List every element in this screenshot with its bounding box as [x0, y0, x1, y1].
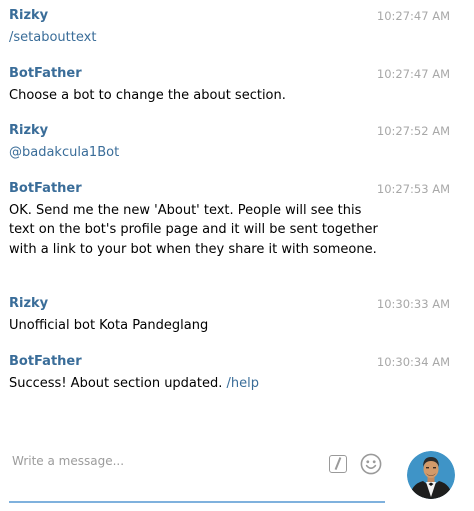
- message: BotFather 10:27:53 AM OK. Send me the ne…: [9, 179, 454, 259]
- message-text[interactable]: /setabouttext: [9, 28, 379, 47]
- message-sender[interactable]: BotFather: [9, 66, 82, 81]
- message-text: Unofficial bot Kota Pandeglang: [9, 318, 209, 333]
- message: Rizky 10:27:47 AM /setabouttext: [9, 6, 454, 47]
- message-sender[interactable]: BotFather: [9, 354, 82, 369]
- message-input[interactable]: Write a message...: [12, 454, 124, 468]
- help-command-link[interactable]: /help: [227, 376, 259, 391]
- message-time: 10:27:53 AM: [376, 182, 450, 196]
- message: BotFather 10:27:47 AM Choose a bot to ch…: [9, 64, 454, 105]
- message-time: 10:27:52 AM: [376, 124, 450, 138]
- message-text: Choose a bot to change the about section…: [9, 88, 286, 103]
- message-sender[interactable]: BotFather: [9, 181, 82, 196]
- message-time: 10:27:47 AM: [376, 67, 450, 81]
- message: Rizky 10:27:52 AM @badakcula1Bot: [9, 121, 454, 162]
- message-composer: Write a message...: [0, 440, 474, 511]
- message-text[interactable]: @badakcula1Bot: [9, 143, 379, 162]
- message-time: 10:27:47 AM: [376, 9, 450, 23]
- message-time: 10:30:34 AM: [376, 355, 450, 369]
- message-text: OK. Send me the new 'About' text. People…: [9, 203, 378, 257]
- message-sender[interactable]: Rizky: [9, 296, 48, 311]
- input-underline: [9, 501, 385, 503]
- message-sender[interactable]: Rizky: [9, 8, 48, 23]
- message-text-body: Success! About section updated.: [9, 376, 227, 391]
- message-text: Success! About section updated. /help: [9, 374, 379, 393]
- message-sender[interactable]: Rizky: [9, 123, 48, 138]
- message: Rizky 10:30:33 AM Unofficial bot Kota Pa…: [9, 294, 454, 335]
- bot-avatar[interactable]: [407, 451, 455, 499]
- emoji-icon[interactable]: [360, 453, 382, 475]
- message: BotFather 10:30:34 AM Success! About sec…: [9, 352, 454, 393]
- message-time: 10:30:33 AM: [376, 297, 450, 311]
- bot-command-icon[interactable]: [329, 455, 347, 473]
